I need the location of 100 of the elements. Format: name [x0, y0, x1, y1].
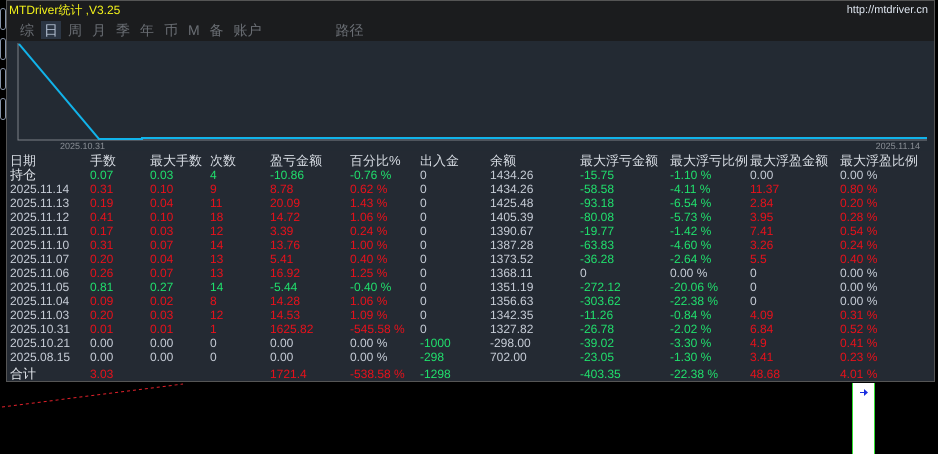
table-cell-text: 0.31	[90, 182, 114, 196]
table-cell-text: 1327.82	[490, 322, 534, 336]
table-cell-text: 2025.11.12	[10, 210, 70, 224]
table-cell-text: -0.84 %	[670, 308, 712, 322]
arrow-icon	[860, 389, 868, 396]
table-cell-text: -11.26	[580, 308, 614, 322]
table-cell-text: -4.60 %	[670, 238, 712, 252]
table-cell-text: 5.5	[750, 252, 768, 266]
table-cell-text: 0.17	[90, 224, 114, 238]
table-cell-text: 6.84	[750, 322, 774, 336]
table-cell-text: 2025.10.31	[10, 322, 72, 336]
table-cell-text: 持仓	[10, 168, 37, 182]
table-cell-text: 3.26	[750, 238, 774, 252]
website-link[interactable]: http://mtdriver.cn	[846, 2, 928, 18]
table-cell-text: -22.38 %	[670, 294, 720, 308]
table-cell-text: 18	[210, 210, 224, 224]
table-cell-text: -298.00	[490, 336, 532, 350]
column-header: 手数	[90, 154, 117, 168]
window-title: MTDriver统计 ,V3.25	[9, 2, 120, 19]
table-cell-text: 0.41 %	[840, 336, 878, 350]
table-cell-text: 1405.39	[490, 210, 534, 224]
table-cell-text: 14	[210, 238, 224, 252]
table-cell-text: 13	[210, 252, 224, 266]
table-cell-text: 702.00	[490, 350, 528, 364]
table-cell-text: 0.40 %	[350, 252, 388, 266]
table-cell-text: 8	[210, 294, 218, 308]
table-cell-text: 14	[210, 280, 224, 294]
table-cell-text: 0.81	[90, 280, 114, 294]
table-cell-text: -15.75	[580, 168, 616, 182]
table-cell-text: 0.10	[150, 182, 174, 196]
column-header: 百分比%	[350, 154, 402, 168]
table-cell-text: 0.00 %	[840, 294, 878, 308]
table-cell-text: 13.76	[270, 238, 302, 252]
table-cell-text: -2.64 %	[670, 252, 712, 266]
table-cell-text: 2025.10.21	[10, 336, 72, 350]
tab[interactable]: 路径	[332, 21, 367, 39]
table-cell-text: 0.20	[90, 252, 114, 266]
tab[interactable]: 备	[206, 21, 227, 39]
table-cell-text: -0.40 %	[350, 280, 392, 294]
table-cell-text: -5.73 %	[670, 210, 712, 224]
table-cell-text: 1373.52	[490, 252, 534, 266]
table-cell-text: 0.00 %	[840, 168, 878, 182]
axis-label: 2025.10.31	[60, 140, 106, 153]
table-cell-text: 0.28 %	[840, 210, 878, 224]
table-cell-text: 0.00	[90, 350, 114, 364]
table-cell-text: 0.52 %	[840, 322, 878, 336]
table-cell-text: 2025.11.14	[10, 182, 70, 196]
column-header: 出入金	[420, 154, 460, 168]
table-cell-text: -6.54 %	[670, 196, 712, 210]
table-cell-text: -298	[420, 350, 446, 364]
table-cell-text: 0	[420, 280, 428, 294]
tab[interactable]: 币	[161, 21, 181, 39]
column-header: 最大浮盈金额	[750, 154, 829, 168]
table-cell-text: 4.09	[750, 308, 774, 322]
table-cell-text: 0.01	[150, 322, 174, 336]
table-cell-text: 0.00	[270, 350, 294, 364]
tab[interactable]: M	[185, 21, 203, 39]
table-cell-text: 0	[420, 182, 428, 196]
table-cell-text: 0.20 %	[840, 196, 878, 210]
table-cell-text: -39.02	[580, 336, 616, 350]
table-cell-text: 0.09	[90, 294, 114, 308]
table-cell-text: 0.02	[150, 294, 174, 308]
table-cell-text: 0.00 %	[350, 336, 388, 350]
tab[interactable]: 季	[113, 21, 133, 39]
table-cell-text: 1.06 %	[350, 210, 388, 224]
table-cell-text: 4.9	[750, 336, 768, 350]
table-cell-text: -272.12	[580, 280, 622, 294]
table-cell-text: -1000	[420, 336, 452, 350]
table-cell-text: 1.00 %	[350, 238, 388, 252]
table-cell-text: -1.30 %	[670, 350, 712, 364]
table-cell-text: 0.80 %	[840, 182, 878, 196]
table-cell-text: 14.53	[270, 308, 302, 322]
table-cell-text: 1390.67	[490, 224, 534, 238]
table-cell-text: 11	[210, 196, 224, 210]
table-cell-text: 0.41	[90, 210, 114, 224]
table-cell-text: -26.78	[580, 322, 616, 336]
table-cell-text: -19.77	[580, 224, 616, 238]
tab[interactable]: 周	[65, 21, 85, 39]
tab[interactable]: 年	[137, 21, 157, 39]
total-cell: -403.35	[580, 366, 621, 380]
table-cell-text: -303.62	[580, 294, 622, 308]
table-cell-text: 3.95	[750, 210, 774, 224]
tab[interactable]: 月	[89, 21, 109, 39]
table-cell-text: 11.37	[750, 182, 780, 196]
table-cell-text: 0.54 %	[840, 224, 878, 238]
column-header: 盈亏金额	[270, 154, 323, 168]
table-cell-text: 0	[210, 350, 218, 364]
table-cell-text: 0	[420, 266, 428, 280]
table-cell-text: 2025.11.04	[10, 294, 70, 308]
table-cell-text: 0	[210, 336, 218, 350]
column-header: 最大手数	[150, 154, 203, 168]
table-cell-text: 0.31 %	[840, 308, 878, 322]
table-cell-text: 2025.11.05	[10, 280, 70, 294]
table-cell-text: 13	[210, 266, 224, 280]
table-cell-text: -58.58	[580, 182, 616, 196]
tab[interactable]: 综	[17, 21, 37, 39]
tab[interactable]: 日	[41, 21, 61, 39]
table-cell-text: 0.00	[150, 336, 174, 350]
table-cell-text: 1	[210, 322, 218, 336]
tab[interactable]: 账户	[230, 21, 265, 39]
